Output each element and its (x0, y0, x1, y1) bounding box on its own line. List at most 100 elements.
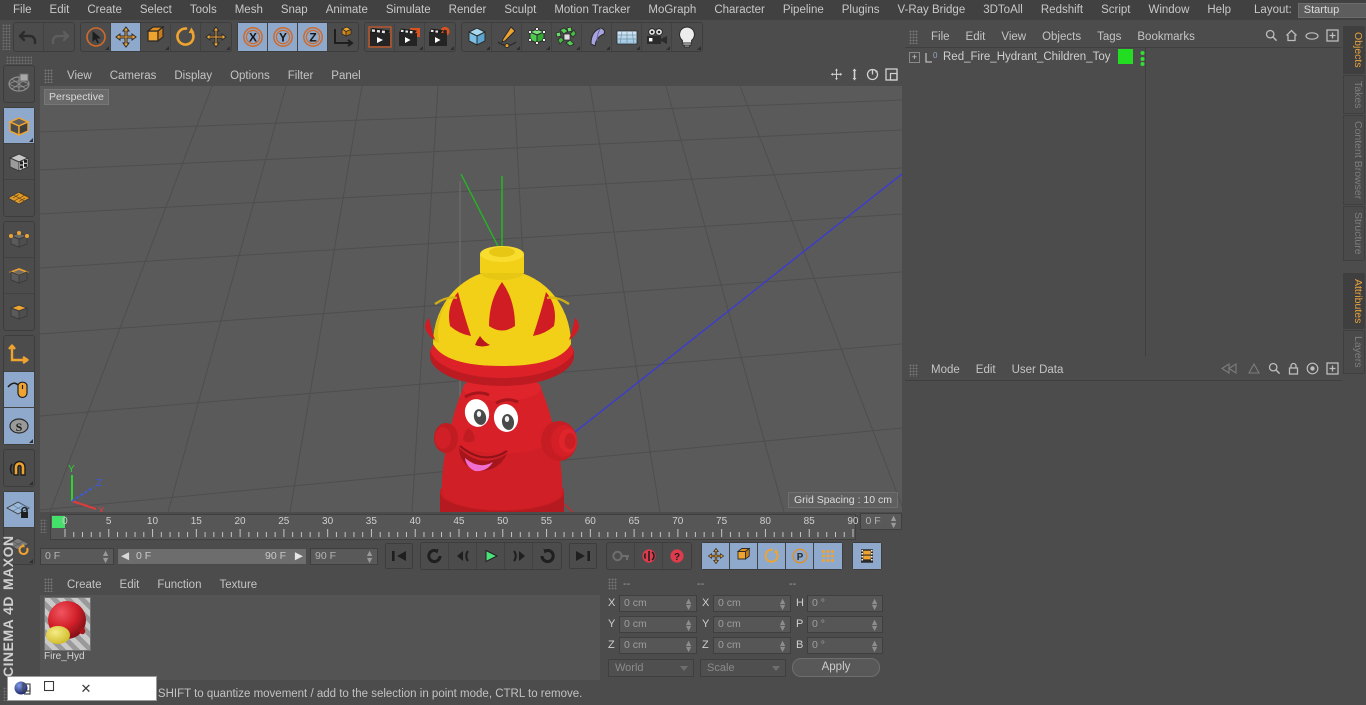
live-selection-tool[interactable] (81, 23, 111, 51)
menu-item-script[interactable]: Script (1092, 0, 1139, 20)
add-generator-button[interactable] (522, 23, 552, 51)
attribute-manager-grip[interactable] (909, 363, 918, 377)
material-menu-texture[interactable]: Texture (210, 579, 266, 591)
go-to-end-button[interactable] (569, 543, 597, 569)
restore-button[interactable] (32, 680, 68, 696)
vertical-tab-structure[interactable]: Structure (1343, 206, 1365, 261)
points-mode[interactable] (4, 222, 34, 258)
material-grip[interactable] (44, 578, 53, 592)
menu-item-render[interactable]: Render (440, 0, 496, 20)
vertical-tab-takes[interactable]: Takes (1343, 74, 1365, 115)
undo-button[interactable] (14, 23, 44, 51)
range-right-arrow-icon[interactable]: ▶ (295, 550, 303, 562)
stepper-icon[interactable]: ▲ ▼ (778, 596, 787, 611)
menu-item-plugins[interactable]: Plugins (833, 0, 889, 20)
material-menu-edit[interactable]: Edit (111, 579, 149, 591)
current-frame-field[interactable]: 0 F ▲ ▼ (40, 547, 114, 565)
add-environment-button[interactable] (612, 23, 642, 51)
rotation-keys-toggle[interactable] (758, 543, 786, 569)
attribute-menu-mode[interactable]: Mode (923, 364, 968, 376)
viewport-grip[interactable] (44, 69, 53, 83)
vertical-tab-objects[interactable]: Objects (1343, 26, 1365, 74)
uv-texture-tool[interactable] (4, 66, 34, 102)
menu-item-mograph[interactable]: MoGraph (639, 0, 705, 20)
close-button[interactable]: ✕ (68, 681, 104, 697)
add-deformer-button[interactable] (582, 23, 612, 51)
stepper-icon[interactable]: ▲ ▼ (778, 638, 787, 653)
redo-button[interactable] (44, 23, 74, 51)
material-menu-create[interactable]: Create (58, 579, 111, 591)
stepper-icon[interactable]: ▲ ▼ (101, 548, 110, 564)
add-layer-icon[interactable] (1326, 29, 1339, 45)
coordinate-system-dropdown[interactable]: World (608, 658, 694, 677)
coordinates-grip[interactable] (608, 578, 617, 590)
size-x-input[interactable]: 0 cm ▲ ▼ (713, 594, 791, 612)
stepper-icon[interactable]: ▲ ▼ (684, 638, 693, 653)
menu-item-file[interactable]: File (4, 0, 41, 20)
attribute-manager-body[interactable] (905, 380, 1342, 705)
render-to-picture-viewer-button[interactable] (395, 23, 425, 51)
lock-workplane[interactable] (4, 492, 34, 528)
menu-item-redshift[interactable]: Redshift (1032, 0, 1092, 20)
viewport-menu-filter[interactable]: Filter (279, 70, 323, 82)
next-frame-button[interactable] (505, 543, 533, 569)
move-tool[interactable] (111, 23, 141, 51)
menu-item-mesh[interactable]: Mesh (226, 0, 272, 20)
material-thumbnail[interactable] (44, 597, 91, 651)
menu-item-window[interactable]: Window (1139, 0, 1198, 20)
play-button[interactable] (477, 543, 505, 569)
object-manager-body[interactable]: + 0 Red_Fire_Hydrant_Children_Toy (905, 47, 1342, 356)
parameter-keys-toggle[interactable]: P (786, 543, 814, 569)
workplane-mode[interactable] (4, 180, 34, 216)
go-to-start-button[interactable] (385, 543, 413, 569)
menu-item-sculpt[interactable]: Sculpt (495, 0, 545, 20)
menu-item-tools[interactable]: Tools (181, 0, 226, 20)
viewport-menu-view[interactable]: View (58, 70, 101, 82)
vertical-tab-content-browser[interactable]: Content Browser (1343, 115, 1365, 206)
position-keys-toggle[interactable] (702, 543, 730, 569)
render-view-button[interactable] (365, 23, 395, 51)
dolly-icon[interactable] (849, 68, 860, 84)
size-y-input[interactable]: 0 cm ▲ ▼ (713, 615, 791, 633)
object-menu-objects[interactable]: Objects (1034, 31, 1089, 43)
target-icon[interactable] (1306, 362, 1319, 378)
viewport-menu-display[interactable]: Display (165, 70, 221, 82)
fold-left-icon[interactable] (1220, 362, 1240, 378)
lock-y-axis[interactable]: Y (268, 23, 298, 51)
object-row[interactable]: + 0 Red_Fire_Hydrant_Children_Toy (905, 48, 1342, 66)
stepper-icon[interactable]: ▲ ▼ (365, 548, 374, 564)
position-x-input[interactable]: 0 cm ▲ ▼ (619, 594, 697, 612)
pan-icon[interactable] (830, 68, 843, 84)
object-menu-view[interactable]: View (993, 31, 1034, 43)
layout-dropdown[interactable]: Startup (1297, 2, 1366, 18)
toolbar-grip[interactable] (2, 24, 11, 50)
render-settings-button[interactable] (425, 23, 455, 51)
timeline-ruler[interactable]: 0 5 10 15 20 25 30 35 40 45 50 55 60 65 70 75 80 85 90 (49, 514, 858, 540)
menu-item-snap[interactable]: Snap (272, 0, 317, 20)
axis-modify-mode[interactable] (4, 336, 34, 372)
eye-icon[interactable] (1305, 30, 1319, 44)
menu-item-animate[interactable]: Animate (317, 0, 377, 20)
perspective-viewport[interactable]: Perspective Y X Z Grid Spacing: 10 cm (40, 86, 902, 512)
overlay-mini-window[interactable]: ✕ (7, 676, 157, 701)
stepper-icon[interactable]: ▲ ▼ (778, 617, 787, 632)
end-frame-field[interactable]: 90 F ▲ ▼ (310, 547, 378, 565)
left-toolbar-grip[interactable] (6, 56, 32, 64)
menu-item-v-ray-bridge[interactable]: V-Ray Bridge (888, 0, 974, 20)
stepper-icon[interactable]: ▲ ▼ (870, 617, 879, 632)
menu-item-pipeline[interactable]: Pipeline (774, 0, 833, 20)
object-manager-grip[interactable] (909, 29, 918, 44)
menu-item-3dtoall[interactable]: 3DToAll (974, 0, 1032, 20)
texture-mode[interactable] (4, 144, 34, 180)
object-menu-tags[interactable]: Tags (1089, 31, 1129, 43)
transform-mode-dropdown[interactable]: Scale (700, 658, 786, 677)
scale-tool[interactable] (141, 23, 171, 51)
material-menu-function[interactable]: Function (148, 579, 210, 591)
scale-keys-toggle[interactable] (730, 543, 758, 569)
material-tag[interactable] (1118, 49, 1133, 64)
polygons-mode[interactable] (4, 294, 34, 330)
add-primitive-cube-button[interactable] (462, 23, 492, 51)
menu-item-edit[interactable]: Edit (41, 0, 79, 20)
search-icon[interactable] (1265, 29, 1278, 45)
soft-selection[interactable]: S (4, 408, 34, 444)
